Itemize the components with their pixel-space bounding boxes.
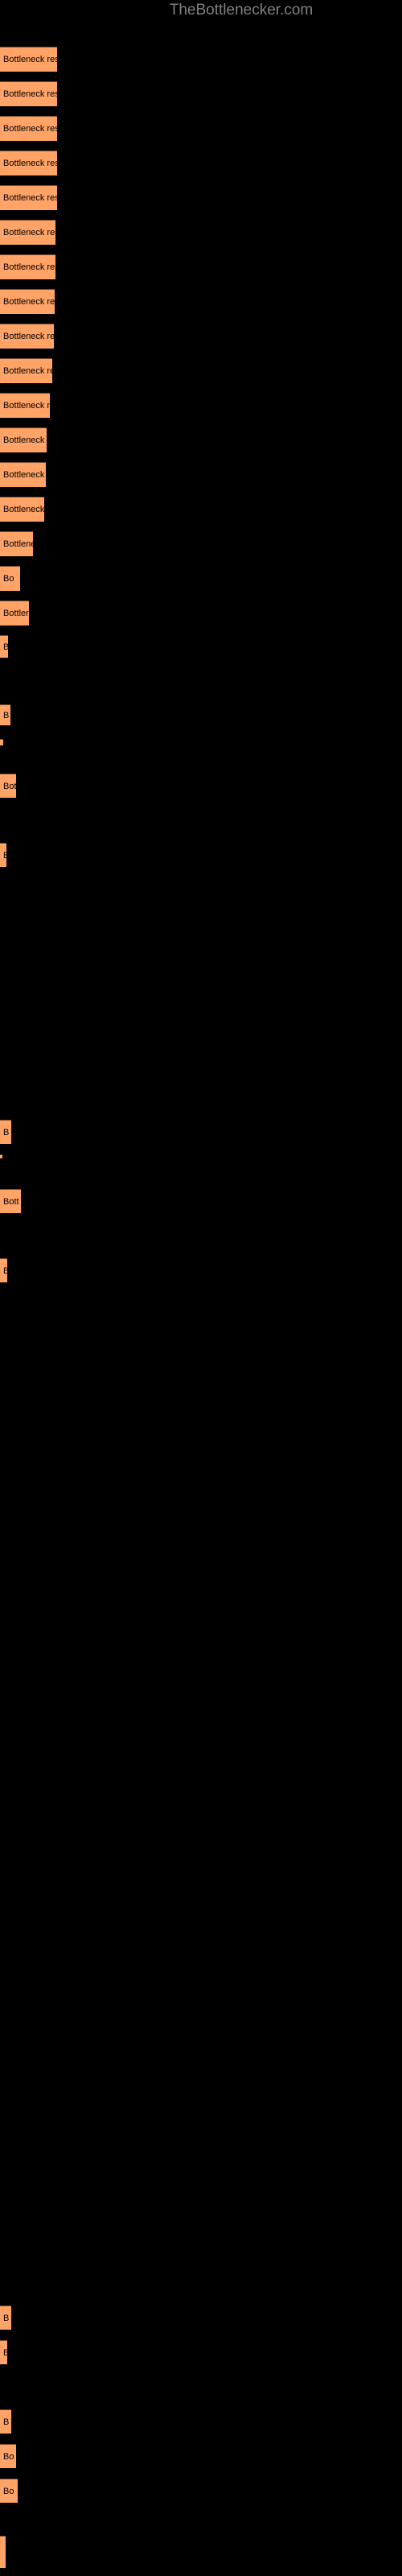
bar-label: B xyxy=(3,851,6,861)
bar-chart-plot-area: Bottleneck result Bottleneck result Bottle… xyxy=(0,0,402,2576)
bar[interactable]: Bottler xyxy=(0,601,29,625)
bar-label: Bottleneck re xyxy=(3,470,46,480)
bar-row: Bo xyxy=(0,2479,402,2503)
bar-label: Bottleneck resu xyxy=(3,332,54,341)
bar-label: Bottleneck result xyxy=(3,89,57,99)
bar[interactable]: Bo xyxy=(0,2479,18,2503)
bar-row xyxy=(0,2536,402,2568)
bar[interactable]: Bottleneck r xyxy=(0,427,47,452)
bar-label: Bottleneck resu xyxy=(3,297,55,307)
bar[interactable]: Bottleneck result xyxy=(0,47,57,72)
bar-label: Bottlene xyxy=(3,539,33,549)
bar-row: Bottleneck res xyxy=(0,358,402,383)
bar[interactable]: Bottleneck re xyxy=(0,462,46,487)
bar-label: Bot xyxy=(3,781,16,791)
bar-label: B xyxy=(3,710,10,720)
bar-label: Bott xyxy=(3,1196,19,1207)
bar-label: Bottler xyxy=(3,609,29,618)
bar-label: Bottleneck result xyxy=(3,124,57,134)
bar-label: B xyxy=(3,2313,10,2323)
bar-label: Bo xyxy=(3,2486,14,2496)
bar[interactable]: B xyxy=(0,843,6,867)
bar[interactable]: Bo xyxy=(0,2444,16,2468)
bar-row: B xyxy=(0,843,402,867)
bar[interactable] xyxy=(0,739,3,745)
bar[interactable]: B xyxy=(0,704,10,725)
bar-label: Bottleneck r xyxy=(3,436,47,445)
bar[interactable]: Bot xyxy=(0,774,16,798)
bar-row: Bottleneck re xyxy=(0,462,402,487)
bar[interactable]: B xyxy=(0,2409,11,2434)
bar-row: Bottleneck resu xyxy=(0,254,402,279)
bar-row: Bo xyxy=(0,566,402,591)
bar[interactable]: Bottleneck resu xyxy=(0,254,55,279)
bar-row: Bott xyxy=(0,1189,402,1213)
bar[interactable]: Bottleneck result xyxy=(0,185,57,210)
bar-row xyxy=(0,1154,402,1158)
bar[interactable] xyxy=(0,1154,2,1158)
bar-row: Bottleneck resu xyxy=(0,324,402,349)
bar[interactable]: B xyxy=(0,635,8,658)
bar-label: Bottleneck resu xyxy=(3,262,55,272)
bar-row: Bottleneck r xyxy=(0,427,402,452)
bar[interactable]: Bottleneck result xyxy=(0,81,57,106)
bar[interactable]: Bottleneck resu xyxy=(0,220,55,245)
bar-label: Bo xyxy=(3,2451,14,2462)
bar-label: B xyxy=(3,1127,10,1137)
bar[interactable]: Bottleneck r xyxy=(0,497,44,522)
bar-row: B xyxy=(0,2409,402,2434)
bar-row: Bottleneck r xyxy=(0,497,402,522)
bar-row: B xyxy=(0,635,402,658)
bar-row: Bottler xyxy=(0,601,402,625)
bar-row: Bottleneck result xyxy=(0,151,402,175)
bar[interactable]: B xyxy=(0,2306,11,2330)
bar-row: B xyxy=(0,1120,402,1144)
bar[interactable]: B xyxy=(0,2340,7,2364)
bar[interactable]: B xyxy=(0,1258,7,1282)
bar-label: B xyxy=(3,2348,7,2358)
bar[interactable] xyxy=(0,2536,6,2568)
bar[interactable]: Bottleneck resu xyxy=(0,324,54,349)
bar-label: Bottleneck resu xyxy=(3,228,55,237)
bar-row: Bottleneck result xyxy=(0,185,402,210)
bar[interactable]: Bottleneck res xyxy=(0,358,52,383)
bar-label: Bottleneck r xyxy=(3,505,44,514)
bar-label: B xyxy=(3,2417,10,2427)
bar-row xyxy=(0,739,402,745)
bar[interactable]: Bottleneck re xyxy=(0,393,50,418)
bar-row: Bot xyxy=(0,774,402,798)
bar[interactable]: Bottleneck result xyxy=(0,151,57,175)
bar[interactable]: Bott xyxy=(0,1189,21,1213)
bar-label: Bottleneck result xyxy=(3,159,57,168)
bar-row: B xyxy=(0,2340,402,2364)
bar-row: Bottleneck re xyxy=(0,393,402,418)
bar-row: B xyxy=(0,704,402,725)
bar-row: B xyxy=(0,2306,402,2330)
bar-label: Bottleneck result xyxy=(3,193,57,203)
bar[interactable]: Bottleneck resu xyxy=(0,289,55,314)
bar-label: B xyxy=(3,1266,7,1276)
bar-row: Bottleneck result xyxy=(0,81,402,106)
bar[interactable]: Bottleneck result xyxy=(0,116,57,141)
bar-label: Bottleneck re xyxy=(3,401,50,411)
bar-row: Bottleneck result xyxy=(0,116,402,141)
bar[interactable]: Bo xyxy=(0,566,20,591)
bar-row: Bo xyxy=(0,2444,402,2468)
bar-row: Bottleneck resu xyxy=(0,220,402,245)
bar-label: Bottleneck res xyxy=(3,366,52,376)
bar[interactable]: Bottlene xyxy=(0,531,33,556)
bar-label: B xyxy=(3,642,8,652)
bar[interactable]: B xyxy=(0,1120,11,1144)
bar-row: Bottleneck resu xyxy=(0,289,402,314)
bar-row: B xyxy=(0,1258,402,1282)
bar-label: Bo xyxy=(3,574,14,584)
bar-row: Bottleneck result xyxy=(0,47,402,72)
bar-label: Bottleneck result xyxy=(3,55,57,64)
bar-row: Bottlene xyxy=(0,531,402,556)
